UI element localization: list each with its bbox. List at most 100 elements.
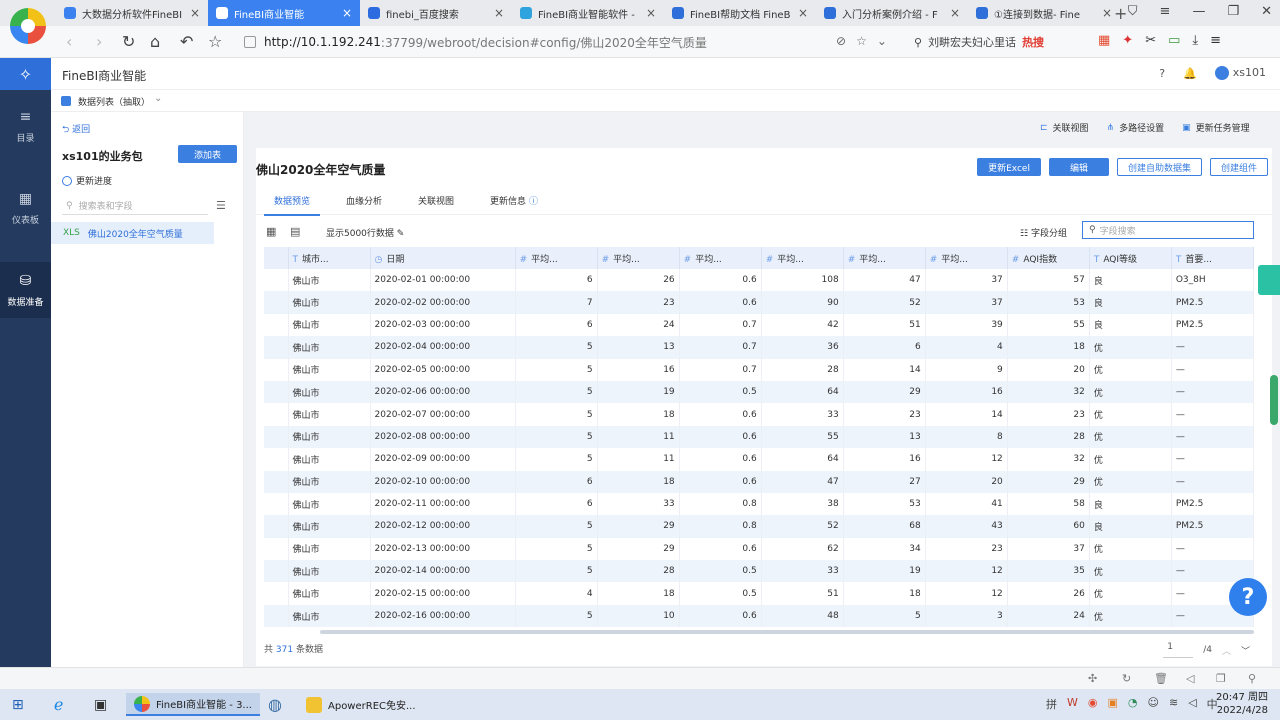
column-header[interactable]: T AQI等级 [1089, 247, 1172, 269]
browser-tab[interactable]: 大数据分析软件FineBI × [56, 0, 208, 26]
relation-view-button[interactable]: ⊏ 关联视图 [1040, 121, 1089, 135]
help-icon[interactable]: ? [1159, 67, 1165, 80]
chevron-down-icon[interactable]: ⌄ [154, 93, 162, 104]
browser-logo-icon[interactable] [10, 8, 46, 44]
page-up-icon[interactable]: ︿ [1222, 644, 1231, 657]
tray-icon[interactable]: ◔ [1128, 696, 1138, 712]
favorite-icon[interactable]: ☆ [856, 34, 867, 48]
wps-icon[interactable]: W [1067, 696, 1078, 712]
add-table-button[interactable]: 添加表 [178, 145, 237, 163]
tab-lineage[interactable]: 血缘分析 [328, 185, 400, 215]
back-link[interactable]: ⮌ 返回 [62, 122, 90, 138]
column-header[interactable]: # 平均... [679, 247, 762, 269]
taskbar-item-browser[interactable]: FineBI商业智能 - 3... [126, 693, 260, 716]
new-tab-icon[interactable]: + [1114, 4, 1127, 23]
mute-icon[interactable]: ◁ [1186, 672, 1194, 685]
rail-item-catalog[interactable]: ≡ 目录 [0, 98, 51, 154]
column-header[interactable]: T 首要... [1171, 247, 1254, 269]
tab-data-preview[interactable]: 数据预览 [256, 185, 328, 216]
column-header[interactable]: # 平均... [843, 247, 926, 269]
site-info-icon[interactable] [244, 36, 256, 48]
column-header[interactable]: T 城市... [288, 247, 371, 269]
taskbar-item-recorder[interactable]: ApowerREC免安... [306, 693, 416, 716]
browser-tab[interactable]: ①连接到数据- Fine × [968, 0, 1120, 26]
help-button[interactable]: ? [1229, 578, 1267, 616]
app-logo-icon[interactable]: ✧ [0, 58, 51, 90]
table-search-input[interactable]: ⚲ 搜索表和字段 [62, 197, 208, 215]
tab-close-icon[interactable]: × [190, 6, 200, 20]
edge-icon[interactable]: ℯ [54, 693, 63, 716]
filter-icon[interactable]: ☰ [216, 199, 226, 212]
tab-close-icon[interactable]: × [1102, 6, 1112, 20]
rail-item-dashboard[interactable]: ▦ 仪表板 [0, 180, 51, 236]
undo-icon[interactable]: ↶ [180, 32, 193, 51]
start-icon[interactable]: ⊞ [12, 693, 24, 716]
people-icon[interactable]: ☺ [1148, 696, 1159, 712]
rail-item-data-prep[interactable]: ⛁ 数据准备 [0, 262, 51, 318]
close-icon[interactable]: ✕ [1261, 4, 1272, 19]
tab-update-info[interactable]: 更新信息 ⓘ [472, 185, 556, 215]
tab-close-icon[interactable]: × [494, 6, 504, 20]
browser-search-box[interactable]: ⚲ 刘畊宏夫妇心里话 热搜 [914, 30, 1094, 54]
update-progress[interactable]: 更新进度 [62, 174, 112, 187]
side-widget-icon[interactable] [1258, 265, 1280, 295]
create-dataset-button[interactable]: 创建自助数据集 [1116, 158, 1202, 176]
reader-icon[interactable]: ⊘ [836, 34, 846, 48]
window-icon[interactable]: ❐ [1216, 672, 1226, 685]
tab-close-icon[interactable]: × [342, 6, 352, 20]
field-search-input[interactable]: ⚲ 字段搜索 [1082, 221, 1254, 239]
browser-tab[interactable]: FineBI帮助文档 FineB × [664, 0, 816, 26]
game-icon[interactable]: ✦ [1122, 33, 1133, 48]
tab-close-icon[interactable]: × [798, 6, 808, 20]
column-header[interactable]: # AQI指数 [1007, 247, 1090, 269]
globe-icon[interactable]: ◍ [268, 693, 282, 716]
battery-icon[interactable]: ▭ [1168, 33, 1180, 48]
page-input[interactable]: 1 [1163, 642, 1194, 658]
volume-icon[interactable]: ◁ [1188, 696, 1196, 712]
clock[interactable]: 20:47 周四 2022/4/28 [1216, 691, 1268, 717]
refresh-icon[interactable]: ↻ [1122, 672, 1131, 685]
bell-icon[interactable]: 🔔 [1183, 67, 1197, 80]
tab-close-icon[interactable]: × [646, 6, 656, 20]
shirt-icon[interactable]: ⛉ [1128, 4, 1138, 19]
download-icon[interactable]: ⤓ [1192, 33, 1198, 48]
table-list-item[interactable]: XLS 佛山2020全年空气质量 [51, 222, 214, 244]
column-header[interactable]: # 平均... [515, 247, 598, 269]
browser-tab[interactable]: 入门分析案例介绍 - F × [816, 0, 968, 26]
scissors-icon[interactable]: ✂ [1145, 33, 1156, 48]
data-list-label[interactable]: 数据列表（抽取） [78, 95, 150, 108]
create-component-button[interactable]: 创建组件 [1209, 158, 1268, 176]
multipath-button[interactable]: ⋔ 多路径设置 [1107, 121, 1165, 135]
grid-view-icon[interactable]: ▦ [266, 225, 276, 238]
field-group-button[interactable]: ☷ 字段分组 [1020, 226, 1067, 239]
menu-icon[interactable]: ≡ [1160, 4, 1171, 19]
reload-icon[interactable]: ↻ [122, 32, 135, 51]
fan-icon[interactable]: ✣ [1088, 672, 1097, 685]
browser-tab[interactable]: FineBI商业智能 × [208, 0, 360, 26]
app-tray-icon[interactable]: ▣ [1108, 696, 1118, 712]
browser-tab[interactable]: FineBI商业智能软件 - × [512, 0, 664, 26]
page-down-icon[interactable]: ﹀ [1241, 644, 1250, 657]
wifi-icon[interactable]: ≋ [1169, 696, 1178, 712]
rows-count-toggle[interactable]: 显示5000行数据 ✎ [326, 226, 404, 239]
column-header[interactable]: # 平均... [925, 247, 1008, 269]
list-view-icon[interactable]: ▤ [290, 225, 300, 238]
chevron-down-icon[interactable]: ⌄ [877, 34, 887, 48]
record-icon[interactable]: ◉ [1088, 696, 1098, 712]
back-arrow-icon[interactable]: ‹ [66, 32, 72, 51]
explorer-icon[interactable]: ▣ [94, 693, 107, 716]
forward-arrow-icon[interactable]: › [96, 32, 102, 51]
browser-tab[interactable]: finebi_百度搜索 × [360, 0, 512, 26]
minimize-icon[interactable]: — [1192, 4, 1205, 19]
apps-icon[interactable]: ▦ [1098, 33, 1110, 48]
zoom-icon[interactable]: ⚲ [1248, 672, 1256, 685]
browser-menu-icon[interactable]: ≡ [1210, 33, 1221, 48]
user-menu[interactable]: xs101 [1214, 66, 1266, 80]
bookmark-star-icon[interactable]: ☆ [208, 32, 222, 51]
ime-indicator[interactable]: 拼 [1046, 696, 1057, 712]
trash-icon[interactable]: 🗑 [1154, 672, 1168, 685]
column-header[interactable]: ◷ 日期 [370, 247, 516, 269]
restore-icon[interactable]: ❐ [1227, 4, 1239, 19]
update-excel-button[interactable]: 更新Excel [977, 158, 1041, 176]
address-bar[interactable]: http://10.1.192.241:37799/webroot/decisi… [236, 30, 896, 54]
